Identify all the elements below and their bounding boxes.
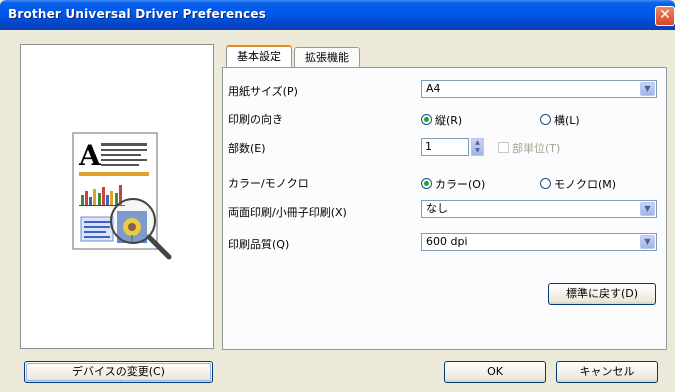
restore-defaults-button[interactable]: 標準に戻す(D) (548, 283, 656, 305)
spin-down-icon[interactable]: ▼ (475, 147, 480, 154)
preferences-dialog: Brother Universal Driver Preferences ✕ A (0, 0, 675, 392)
chevron-down-icon[interactable]: ▼ (640, 202, 655, 216)
title-bar[interactable]: Brother Universal Driver Preferences ✕ (0, 0, 675, 30)
tab-advanced[interactable]: 拡張機能 (294, 47, 360, 67)
radio-portrait[interactable]: 縦(R) (421, 112, 462, 128)
quality-value: 600 dpi (426, 235, 468, 248)
print-preview-icon: A (72, 132, 172, 260)
paper-size-value: A4 (426, 82, 441, 95)
duplex-combo[interactable]: なし ▼ (421, 200, 657, 218)
collate-label: 部単位(T) (512, 142, 561, 155)
cancel-button[interactable]: キャンセル (556, 361, 658, 383)
radio-dot-icon (421, 178, 432, 189)
chevron-down-icon[interactable]: ▼ (640, 82, 655, 96)
change-device-button[interactable]: デバイスの変更(C) (24, 361, 213, 383)
paper-size-combo[interactable]: A4 ▼ (421, 80, 657, 98)
chevron-down-icon[interactable]: ▼ (640, 235, 655, 249)
close-button[interactable]: ✕ (655, 6, 675, 26)
tab-basic[interactable]: 基本設定 (226, 45, 292, 67)
radio-monochrome[interactable]: モノクロ(M) (540, 176, 616, 192)
copies-label: 部数(E) (228, 142, 266, 155)
preview-letter: A (78, 139, 102, 172)
quality-label: 印刷品質(Q) (228, 238, 290, 251)
preview-pane: A (20, 44, 214, 349)
copies-input[interactable]: 1 (421, 138, 469, 156)
color-mode-label: カラー/モノクロ (228, 177, 309, 190)
radio-dot-icon (540, 114, 551, 125)
paper-size-label: 用紙サイズ(P) (228, 85, 298, 98)
copies-spinner[interactable]: ▲ ▼ (471, 138, 484, 156)
collate-checkbox[interactable]: 部単位(T) (498, 140, 560, 156)
window-title: Brother Universal Driver Preferences (8, 7, 267, 21)
radio-dot-icon (540, 178, 551, 189)
orientation-label: 印刷の向き (228, 113, 283, 126)
radio-color[interactable]: カラー(O) (421, 176, 485, 192)
quality-combo[interactable]: 600 dpi ▼ (421, 233, 657, 251)
spin-up-icon[interactable]: ▲ (475, 139, 480, 146)
ok-button[interactable]: OK (444, 361, 546, 383)
duplex-value: なし (426, 202, 448, 215)
radio-landscape[interactable]: 横(L) (540, 112, 580, 128)
radio-dot-icon (421, 114, 432, 125)
duplex-label: 両面印刷/小冊子印刷(X) (228, 206, 347, 219)
checkbox-box (498, 142, 509, 153)
